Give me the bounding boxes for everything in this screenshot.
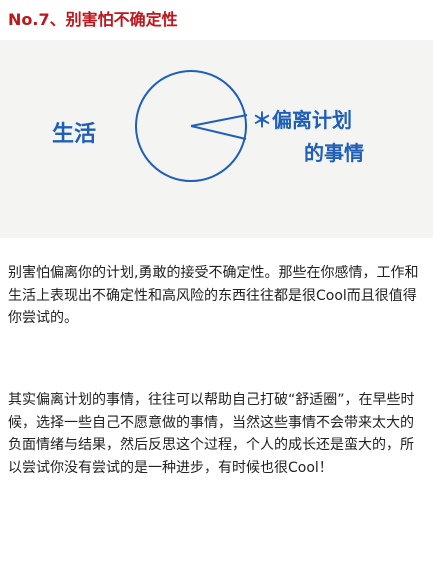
pie-sketch-illustration: 生活 ＊偏离计划 的事情 bbox=[0, 40, 433, 238]
paragraph-2: 其实偏离计划的事情，往往可以帮助自己打破“舒适圈”，在早些时候，选择一些自己不愿… bbox=[8, 392, 415, 476]
paragraph-1: 别害怕偏离你的计划,勇敢的接受不确定性。那些在你感情，工作和生活上表现出不确定性… bbox=[8, 265, 419, 326]
right-label-line2: 的事情 bbox=[304, 141, 364, 165]
pie-sketch-svg: 生活 ＊偏离计划 的事情 bbox=[52, 70, 364, 182]
right-label-line1: ＊偏离计划 bbox=[252, 108, 352, 132]
left-label: 生活 bbox=[52, 122, 96, 147]
section-heading: No.7、别害怕不确定性 bbox=[8, 10, 178, 29]
pie-wedge bbox=[190, 114, 248, 140]
